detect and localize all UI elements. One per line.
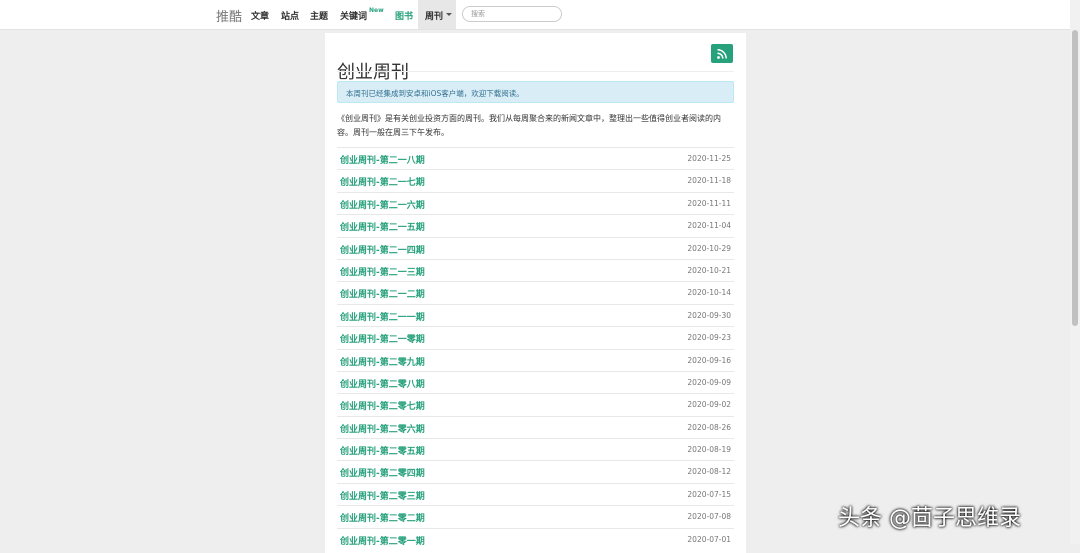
issue-row: 创业周刊-第二零三期 2020-07-15: [337, 482, 734, 505]
issue-row: 创业周刊-第二一二期 2020-10-14: [337, 281, 734, 303]
issue-date: 2020-07-08: [687, 512, 731, 522]
issue-date: 2020-10-29: [687, 243, 731, 253]
issue-list: 创业周刊-第二一八期 2020-11-25 创业周刊-第二一七期 2020-11-18…: [337, 147, 734, 550]
issue-date: 2020-10-14: [687, 288, 731, 298]
issue-title-link[interactable]: 创业周刊-第二零四期: [340, 466, 425, 479]
nav-books[interactable]: 图书: [395, 9, 413, 22]
new-badge: New: [369, 7, 384, 14]
search-input[interactable]: [462, 6, 562, 22]
issue-date: 2020-11-25: [687, 154, 731, 163]
issue-date: 2020-07-15: [687, 489, 731, 499]
issue-date: 2020-08-12: [687, 467, 731, 477]
issue-date: 2020-09-23: [687, 333, 731, 343]
issue-title-link[interactable]: 创业周刊-第二一八期: [340, 153, 425, 166]
nav-articles[interactable]: 文章: [251, 9, 269, 22]
brand-logo[interactable]: 推酷: [216, 6, 242, 25]
top-navbar: 推酷 文章 站点 主题 关键词 New 图书 周刊: [0, 0, 1080, 30]
issue-row: 创业周刊-第二一一期 2020-09-30: [337, 303, 734, 326]
rss-button[interactable]: [711, 44, 733, 63]
watermark: 头条 @茴子思维录: [838, 506, 1021, 531]
issue-title-link[interactable]: 创业周刊-第二零一期: [340, 534, 425, 547]
issue-row: 创业周刊-第二零四期 2020-08-12: [337, 460, 734, 482]
issue-title-link[interactable]: 创业周刊-第二零六期: [340, 422, 425, 435]
issue-title-link[interactable]: 创业周刊-第二零八期: [340, 377, 425, 390]
issue-row: 创业周刊-第二一五期 2020-11-04: [337, 214, 734, 236]
issue-title-link[interactable]: 创业周刊-第二一七期: [340, 175, 425, 188]
nav-weekly-label: 周刊: [425, 12, 444, 22]
issue-date: 2020-11-18: [687, 176, 731, 186]
issue-date: 2020-11-04: [687, 221, 731, 231]
nav-weekly-dropdown[interactable]: 周刊: [418, 0, 456, 29]
issue-title-link[interactable]: 创业周刊-第二零五期: [340, 444, 425, 457]
main-panel: 创业周刊 本周刊已经集成到安卓和iOS客户端，欢迎下载阅读。 《创业周刊》是有关…: [325, 33, 746, 553]
issue-title-link[interactable]: 创业周刊-第二一五期: [340, 220, 425, 233]
issue-title-link[interactable]: 创业周刊-第二一六期: [340, 198, 425, 211]
issue-title-link[interactable]: 创业周刊-第二零二期: [340, 511, 425, 524]
nav-keywords[interactable]: 关键词: [340, 9, 367, 22]
issue-title-link[interactable]: 创业周刊-第二一一期: [340, 310, 425, 323]
issue-date: 2020-09-09: [687, 377, 731, 387]
issue-row: 创业周刊-第二一六期 2020-11-11: [337, 191, 734, 214]
issue-row: 创业周刊-第二一四期 2020-10-29: [337, 236, 734, 259]
issue-row: 创业周刊-第二一七期 2020-11-18: [337, 169, 734, 191]
title-divider: [337, 71, 734, 72]
issue-row: 创业周刊-第二一零期 2020-09-23: [337, 326, 734, 348]
issue-row: 创业周刊-第二零二期 2020-07-08: [337, 505, 734, 527]
nav-topics[interactable]: 主题: [310, 9, 328, 22]
issue-title-link[interactable]: 创业周刊-第二一四期: [340, 243, 425, 256]
issue-date: 2020-09-02: [687, 400, 731, 410]
issue-date: 2020-09-30: [687, 310, 731, 320]
rss-icon: [717, 49, 727, 59]
issue-row: 创业周刊-第二零八期 2020-09-09: [337, 370, 734, 393]
issue-row: 创业周刊-第二零一期 2020-07-01: [337, 527, 734, 550]
issue-row: 创业周刊-第二零九期 2020-09-16: [337, 348, 734, 371]
issue-title-link[interactable]: 创业周刊-第二零七期: [340, 399, 425, 412]
issue-title-link[interactable]: 创业周刊-第二一二期: [340, 287, 425, 300]
issue-date: 2020-11-11: [687, 198, 731, 208]
issue-row: 创业周刊-第二零七期 2020-09-02: [337, 393, 734, 415]
scrollbar[interactable]: [1070, 0, 1080, 544]
info-alert: 本周刊已经集成到安卓和iOS客户端，欢迎下载阅读。: [337, 81, 734, 103]
issue-date: 2020-08-26: [687, 422, 731, 432]
caret-down-icon: [446, 13, 452, 16]
scrollbar-thumb[interactable]: [1072, 30, 1078, 326]
nav-sites[interactable]: 站点: [281, 9, 299, 22]
issue-row: 创业周刊-第二零五期 2020-08-19: [337, 438, 734, 460]
issue-title-link[interactable]: 创业周刊-第二一三期: [340, 265, 425, 278]
issue-date: 2020-09-16: [687, 355, 731, 365]
issue-title-link[interactable]: 创业周刊-第二零九期: [340, 355, 425, 368]
issue-title-link[interactable]: 创业周刊-第二一零期: [340, 332, 425, 345]
issue-date: 2020-08-19: [687, 445, 731, 455]
issue-title-link[interactable]: 创业周刊-第二零三期: [340, 489, 425, 502]
issue-row: 创业周刊-第二一八期 2020-11-25: [337, 147, 734, 169]
issue-date: 2020-10-21: [687, 265, 731, 275]
issue-date: 2020-07-01: [687, 534, 731, 544]
issue-row: 创业周刊-第二一三期 2020-10-21: [337, 258, 734, 281]
issue-row: 创业周刊-第二零六期 2020-08-26: [337, 415, 734, 438]
intro-text: 《创业周刊》是有关创业投资方面的周刊。我们从每周聚合来的新闻文章中，整理出一些值…: [337, 114, 721, 137]
